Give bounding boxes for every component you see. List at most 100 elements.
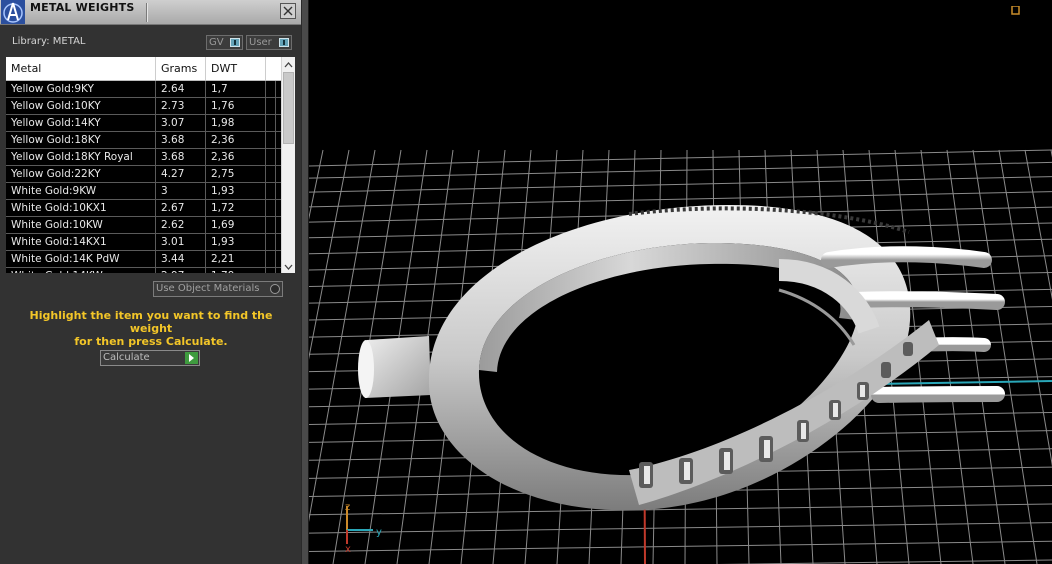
gv-toggle-label: GV xyxy=(209,37,224,48)
table-row[interactable]: Yellow Gold:22KY 4.27 2,75 xyxy=(6,166,281,183)
grams-cell: 3.68 xyxy=(156,132,206,148)
table-body: Yellow Gold:9KY 2.64 1,7 Yellow Gold:10KY 2.… xyxy=(6,81,281,273)
panel-titlebar[interactable]: METAL WEIGHTS xyxy=(0,0,301,25)
dwt-cell: 1,69 xyxy=(206,217,266,233)
column-header-metal[interactable]: Metal xyxy=(6,57,156,80)
row-end-cell xyxy=(266,268,276,273)
row-end-cell xyxy=(266,132,276,148)
calculate-button[interactable]: Calculate xyxy=(100,350,200,366)
metal-weights-table[interactable]: Metal Grams DWT Yellow Gold:9KY 2.64 1,7 Ye… xyxy=(6,57,295,273)
row-end-cell xyxy=(266,183,276,199)
table-row[interactable]: Yellow Gold:14KY 3.07 1,98 xyxy=(6,115,281,132)
metal-cell: White Gold:9KW xyxy=(6,183,156,199)
dwt-cell: 2,21 xyxy=(206,251,266,267)
table-row[interactable]: White Gold:14K PdW 3.44 2,21 xyxy=(6,251,281,268)
dwt-cell: 1,79 xyxy=(206,268,266,273)
gv-toggle[interactable]: GV xyxy=(206,35,243,50)
panel-title: METAL WEIGHTS xyxy=(30,1,135,14)
row-end-cell xyxy=(266,115,276,131)
metal-cell: White Gold:14K PdW xyxy=(6,251,156,267)
metal-cell: Yellow Gold:18KY Royal xyxy=(6,149,156,165)
use-object-materials-label: Use Object Materials xyxy=(156,283,260,294)
metal-cell: Yellow Gold:22KY xyxy=(6,166,156,182)
toggle-indicator-icon xyxy=(230,38,240,47)
table-row[interactable]: White Gold:9KW 3 1,93 xyxy=(6,183,281,200)
metal-cell: White Gold:10KX1 xyxy=(6,200,156,216)
metal-cell: Yellow Gold:18KY xyxy=(6,132,156,148)
grams-cell: 3.01 xyxy=(156,234,206,250)
3d-viewport[interactable]: z y x xyxy=(309,0,1052,564)
chevron-down-icon xyxy=(284,264,293,270)
axis-y-label: y xyxy=(376,527,382,538)
panel-splitter[interactable] xyxy=(301,0,309,564)
library-label: Library: METAL xyxy=(12,36,86,47)
viewport-corner-icon[interactable] xyxy=(1011,0,1021,15)
dwt-cell: 1,98 xyxy=(206,115,266,131)
row-end-cell xyxy=(266,217,276,233)
chevron-up-icon xyxy=(284,62,293,68)
dwt-cell: 1,76 xyxy=(206,98,266,114)
metal-cell: White Gold:10KW xyxy=(6,217,156,233)
grams-cell: 3.68 xyxy=(156,149,206,165)
axis-z-label: z xyxy=(345,502,350,513)
grams-cell: 2.62 xyxy=(156,217,206,233)
metal-weights-panel: METAL WEIGHTS Library: METAL GV User Met… xyxy=(0,0,301,564)
scroll-up-button[interactable] xyxy=(282,57,295,71)
dwt-cell: 2,36 xyxy=(206,132,266,148)
table-row[interactable]: White Gold:10KW 2.62 1,69 xyxy=(6,217,281,234)
scroll-thumb[interactable] xyxy=(283,72,294,144)
row-end-cell xyxy=(266,149,276,165)
grams-cell: 3.44 xyxy=(156,251,206,267)
scroll-down-button[interactable] xyxy=(282,259,295,273)
toggle-indicator-icon xyxy=(279,38,289,47)
axis-x-label: x xyxy=(345,544,351,555)
user-toggle[interactable]: User xyxy=(246,35,292,50)
table-row[interactable]: Yellow Gold:10KY 2.73 1,76 xyxy=(6,98,281,115)
app-logo-icon xyxy=(1,0,25,24)
grams-cell: 2.97 xyxy=(156,268,206,273)
table-scrollbar[interactable] xyxy=(281,57,295,273)
dwt-cell: 1,72 xyxy=(206,200,266,216)
row-end-cell xyxy=(266,81,276,97)
table-row[interactable]: Yellow Gold:18KY 3.68 2,36 xyxy=(6,132,281,149)
close-button[interactable] xyxy=(280,3,296,19)
row-end-cell xyxy=(266,234,276,250)
instructions-text: Highlight the item you want to find the … xyxy=(12,309,290,348)
user-toggle-label: User xyxy=(249,37,272,48)
table-row[interactable]: White Gold:14KX1 3.01 1,93 xyxy=(6,234,281,251)
grams-cell: 3.07 xyxy=(156,115,206,131)
metal-cell: Yellow Gold:10KY xyxy=(6,98,156,114)
metal-cell: Yellow Gold:9KY xyxy=(6,81,156,97)
column-header-grams[interactable]: Grams xyxy=(156,57,206,80)
column-header-dwt[interactable]: DWT xyxy=(206,57,266,80)
row-end-cell xyxy=(266,98,276,114)
grams-cell: 4.27 xyxy=(156,166,206,182)
grams-cell: 3 xyxy=(156,183,206,199)
dwt-cell: 2,75 xyxy=(206,166,266,182)
close-icon xyxy=(283,6,293,16)
calculate-label: Calculate xyxy=(103,352,150,363)
viewport-canvas: z y x xyxy=(309,149,1052,564)
table-header: Metal Grams DWT xyxy=(6,57,281,81)
radio-icon xyxy=(270,284,280,294)
row-end-cell xyxy=(266,251,276,267)
instructions-line-1: Highlight the item you want to find the … xyxy=(29,309,273,335)
dwt-cell: 1,93 xyxy=(206,183,266,199)
play-arrow-icon xyxy=(185,352,198,364)
table-row[interactable]: White Gold:14KW2.971,79 xyxy=(6,268,281,273)
row-end-cell xyxy=(266,166,276,182)
metal-cell: White Gold:14KX1 xyxy=(6,234,156,250)
metal-cell: Yellow Gold:14KY xyxy=(6,115,156,131)
instructions-line-2: for then press Calculate. xyxy=(74,335,228,348)
dwt-cell: 1,7 xyxy=(206,81,266,97)
dwt-cell: 2,36 xyxy=(206,149,266,165)
table-row[interactable]: Yellow Gold:9KY 2.64 1,7 xyxy=(6,81,281,98)
row-end-cell xyxy=(266,200,276,216)
metal-cell: White Gold:14KW xyxy=(6,268,156,273)
table-row[interactable]: White Gold:10KX1 2.67 1,72 xyxy=(6,200,281,217)
table-row[interactable]: Yellow Gold:18KY Royal 3.68 2,36 xyxy=(6,149,281,166)
grams-cell: 2.64 xyxy=(156,81,206,97)
use-object-materials-toggle[interactable]: Use Object Materials xyxy=(153,281,283,297)
dwt-cell: 1,93 xyxy=(206,234,266,250)
title-divider xyxy=(146,3,147,22)
